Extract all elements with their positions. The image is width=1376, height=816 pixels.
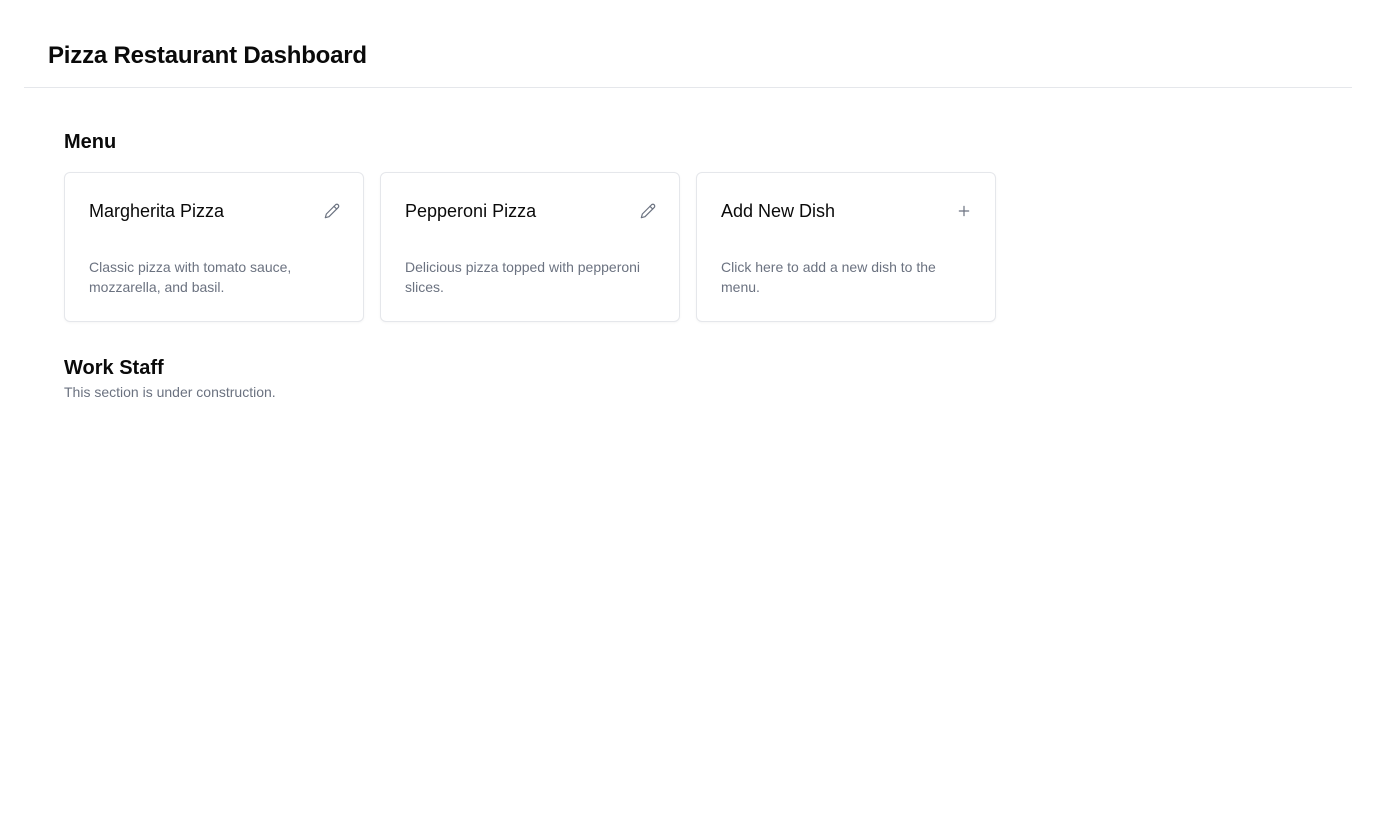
menu-card-pepperoni-pizza[interactable]: Pepperoni Pizza Delicious pizza topped w…	[380, 172, 680, 322]
add-dish-button[interactable]	[955, 202, 973, 220]
menu-section-title: Menu	[64, 131, 117, 153]
edit-dish-button[interactable]	[323, 202, 341, 220]
work-staff-section-title: Work Staff	[64, 357, 164, 379]
dish-name: Margherita Pizza	[89, 201, 225, 221]
plus-icon	[958, 205, 970, 217]
work-staff-description: This section is under construction.	[64, 384, 276, 400]
pencil-icon	[324, 203, 340, 219]
menu-card-list: Margherita Pizza Classic pizza with toma…	[64, 172, 996, 322]
edit-dish-button[interactable]	[639, 202, 657, 220]
pencil-icon	[640, 203, 656, 219]
dish-description: Classic pizza with tomato sauce, mozzare…	[89, 259, 292, 295]
add-new-dish-card[interactable]: Add New Dish Click here to add a new dis…	[696, 172, 996, 322]
page-header: Pizza Restaurant Dashboard	[24, 0, 1352, 88]
menu-card-margherita-pizza[interactable]: Margherita Pizza Classic pizza with toma…	[64, 172, 364, 322]
add-dish-description: Click here to add a new dish to the menu…	[721, 259, 936, 295]
dish-name: Pepperoni Pizza	[405, 201, 537, 221]
page-title: Pizza Restaurant Dashboard	[48, 42, 367, 69]
dish-description: Delicious pizza topped with pepperoni sl…	[405, 259, 641, 295]
add-dish-title: Add New Dish	[721, 201, 836, 221]
